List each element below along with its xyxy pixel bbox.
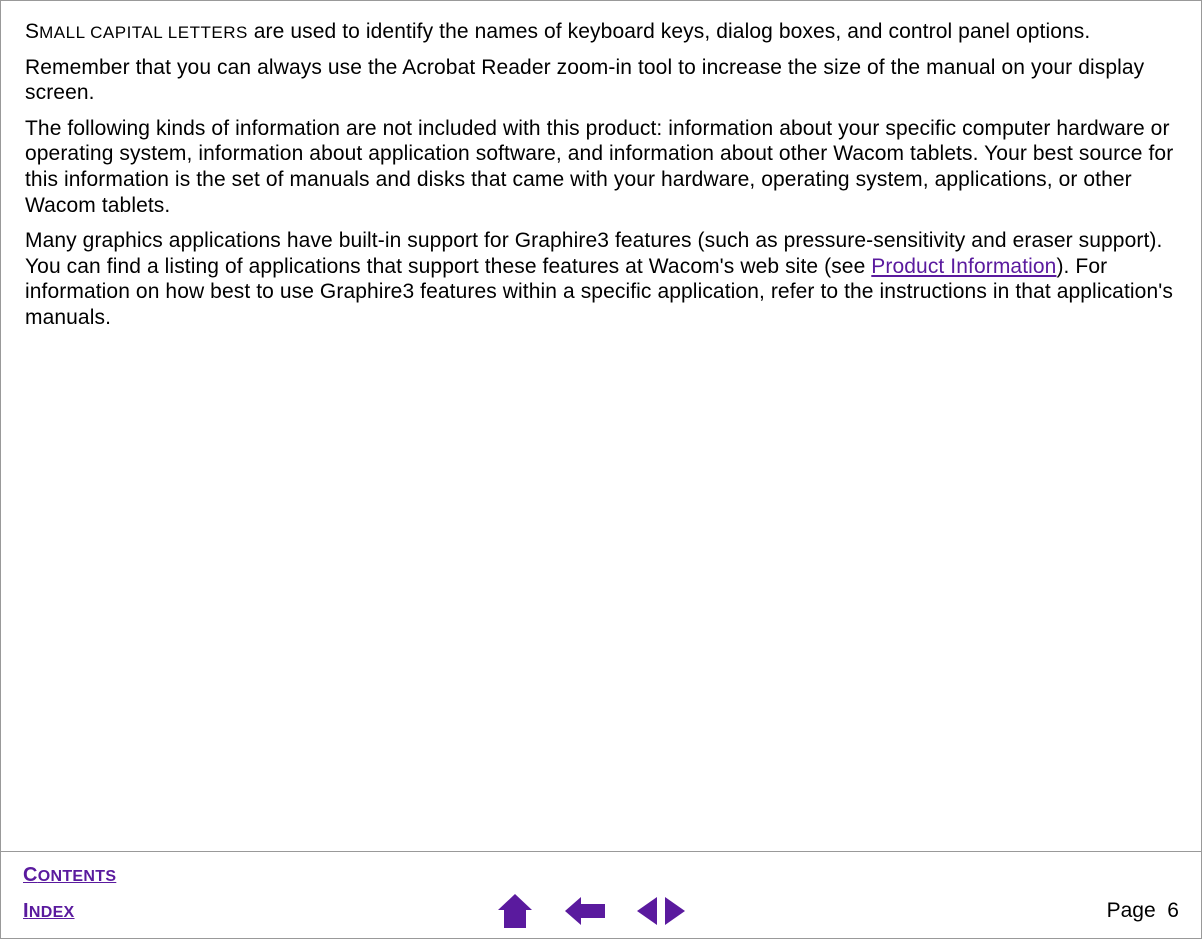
smallcaps-rest: MALL CAPITAL LETTERS bbox=[39, 23, 248, 42]
nav-icons bbox=[75, 892, 1107, 930]
prev-next-icon[interactable] bbox=[635, 894, 687, 928]
contents-link[interactable]: CONTENTS bbox=[23, 864, 116, 887]
content-area: SMALL CAPITAL LETTERS are used to identi… bbox=[1, 1, 1201, 851]
footer-row-2: INDEX bbox=[23, 892, 1179, 930]
back-arrow-icon[interactable] bbox=[563, 894, 607, 928]
paragraph-1-tail: are used to identify the names of keyboa… bbox=[248, 20, 1091, 43]
home-icon[interactable] bbox=[495, 892, 535, 930]
paragraph-1: SMALL CAPITAL LETTERS are used to identi… bbox=[25, 19, 1177, 45]
smallcaps-first-letter: S bbox=[25, 20, 39, 43]
contents-first-letter: C bbox=[23, 864, 38, 886]
index-link[interactable]: INDEX bbox=[23, 900, 75, 923]
product-information-link[interactable]: Product Information bbox=[871, 255, 1056, 278]
paragraph-3: The following kinds of information are n… bbox=[25, 116, 1177, 218]
paragraph-2: Remember that you can always use the Acr… bbox=[25, 55, 1177, 106]
footer: CONTENTS INDEX bbox=[1, 851, 1201, 938]
index-rest: NDEX bbox=[29, 904, 75, 921]
page-container: SMALL CAPITAL LETTERS are used to identi… bbox=[0, 0, 1202, 939]
paragraph-4: Many graphics applications have built-in… bbox=[25, 228, 1177, 330]
page-number-label: Page 6 bbox=[1107, 899, 1179, 923]
contents-rest: ONTENTS bbox=[38, 868, 117, 885]
footer-row-1: CONTENTS bbox=[23, 858, 1179, 892]
